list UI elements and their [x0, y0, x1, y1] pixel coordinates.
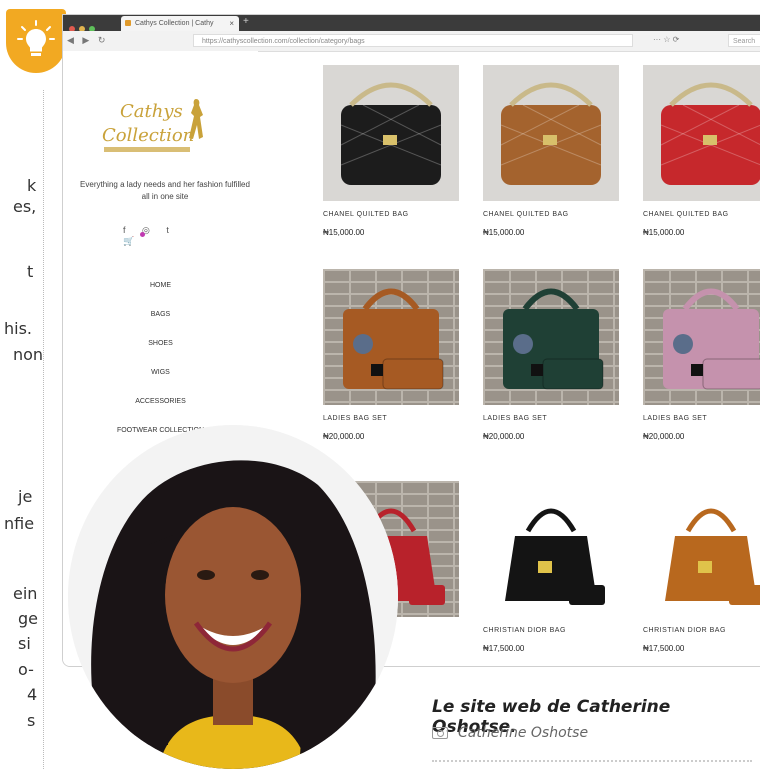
address-bar[interactable]: https://cathyscollection.com/collection/…: [193, 34, 633, 47]
nav-buttons[interactable]: ◀ ▶ ↻: [67, 35, 108, 46]
product-name[interactable]: CHRISTIAN DIOR BAG: [483, 627, 623, 634]
article-text-fragment: ein: [13, 584, 38, 603]
article-text-fragment: o-: [18, 660, 34, 679]
product-name[interactable]: CHANEL QUILTED BAG: [483, 211, 623, 218]
product-price: ₦20,000.00: [483, 432, 525, 441]
close-tab-icon[interactable]: ×: [229, 16, 234, 31]
svg-text:Cathys: Cathys: [120, 101, 183, 122]
product-price: ₦20,000.00: [643, 432, 685, 441]
site-menu: HOME BAGS SHOES WIGS ACCESSORIES FOOTWEA…: [63, 271, 258, 445]
product-card[interactable]: CHRISTIAN DIOR BAG ₦17,500.00: [483, 481, 623, 653]
menu-item-home[interactable]: HOME: [63, 271, 258, 300]
product-image[interactable]: [483, 481, 619, 617]
product-card[interactable]: LADIES BAG SET ₦20,000.00: [643, 269, 760, 441]
product-price: ₦17,500.00: [483, 644, 525, 653]
article-text-fragment: k: [27, 176, 37, 195]
product-name[interactable]: CHRISTIAN DIOR BAG: [643, 627, 760, 634]
product-image[interactable]: [643, 65, 760, 201]
article-text-fragment: his.: [4, 319, 33, 338]
cart-badge: [140, 232, 146, 237]
twitter-icon[interactable]: t: [166, 225, 176, 235]
product-card[interactable]: LADIES BAG SET ₦20,000.00: [483, 269, 623, 441]
menu-item-bags[interactable]: BAGS: [63, 300, 258, 329]
product-card[interactable]: CHRISTIAN DIOR BAG ₦17,500.00: [643, 481, 760, 653]
product-name[interactable]: LADIES BAG SET: [483, 415, 623, 422]
portrait-photo: [68, 425, 398, 769]
product-image[interactable]: [483, 269, 619, 405]
brand-logo[interactable]: Cathys Collection: [98, 91, 218, 161]
menu-item-wigs[interactable]: WIGS: [63, 358, 258, 387]
search-box[interactable]: Search: [728, 34, 760, 47]
product-price: ₦17,500.00: [643, 644, 685, 653]
product-price: ₦20,000.00: [323, 432, 365, 441]
social-links: f ◎ t 🛒: [123, 225, 203, 247]
product-card[interactable]: CHANEL QUILTED BAG ₦15,000.00: [643, 65, 760, 237]
menu-item-shoes[interactable]: SHOES: [63, 329, 258, 358]
product-image[interactable]: [323, 269, 459, 405]
tab-bar: Cathys Collection | Cathy Collec... × +: [63, 15, 760, 42]
column-divider: [43, 90, 44, 769]
product-name[interactable]: LADIES BAG SET: [643, 415, 760, 422]
product-card[interactable]: CHANEL QUILTED BAG ₦15,000.00: [323, 65, 463, 237]
toolbar-icons[interactable]: ··· ☆ ⟳: [653, 35, 679, 44]
product-name[interactable]: CHANEL QUILTED BAG: [323, 211, 463, 218]
photo-credit-text: Catherine Oshotse: [458, 725, 589, 741]
svg-text:Collection: Collection: [102, 125, 194, 146]
product-image[interactable]: [643, 269, 760, 405]
product-name[interactable]: LADIES BAG SET: [323, 415, 463, 422]
product-price: ₦15,000.00: [323, 228, 365, 237]
product-card[interactable]: CHANEL QUILTED BAG ₦15,000.00: [483, 65, 623, 237]
article-text-fragment: t: [27, 262, 34, 281]
favicon-icon: [125, 20, 131, 26]
product-name[interactable]: CHANEL QUILTED BAG: [643, 211, 760, 218]
cart-icon[interactable]: 🛒: [123, 232, 146, 246]
product-price: ₦15,000.00: [483, 228, 525, 237]
menu-item-accessories[interactable]: ACCESSORIES: [63, 387, 258, 416]
article-text-fragment: je: [18, 487, 33, 506]
article-text-fragment: es,: [13, 197, 37, 216]
article-text-fragment: ge: [18, 609, 38, 628]
product-image[interactable]: [643, 481, 760, 617]
camera-icon: [432, 727, 448, 739]
product-image[interactable]: [483, 65, 619, 201]
article-text-fragment: si: [18, 634, 31, 653]
lightbulb-icon: [17, 20, 55, 56]
article-text-fragment: s: [27, 711, 36, 730]
product-card[interactable]: LADIES BAG SET ₦20,000.00: [323, 269, 463, 441]
article-text-fragment: 4: [27, 685, 38, 704]
new-tab-button[interactable]: +: [243, 16, 249, 27]
article-text-fragment: non: [13, 345, 44, 364]
article-text-fragments: k es, t his. non je nfie ein ge si o- 4 s: [0, 0, 44, 769]
facebook-icon[interactable]: f: [123, 225, 133, 235]
browser-toolbar: ◀ ▶ ↻ https://cathyscollection.com/colle…: [63, 31, 760, 52]
browser-tab[interactable]: Cathys Collection | Cathy Collec... ×: [121, 16, 239, 42]
lightbulb-badge: [6, 9, 66, 73]
product-image[interactable]: [323, 65, 459, 201]
window-controls[interactable]: [69, 19, 103, 32]
photo-credit: Catherine Oshotse: [432, 725, 588, 741]
caption-divider: [432, 760, 752, 762]
product-price: ₦15,000.00: [643, 228, 685, 237]
article-text-fragment: nfie: [4, 514, 35, 533]
site-tagline: Everything a lady needs and her fashion …: [80, 180, 250, 201]
